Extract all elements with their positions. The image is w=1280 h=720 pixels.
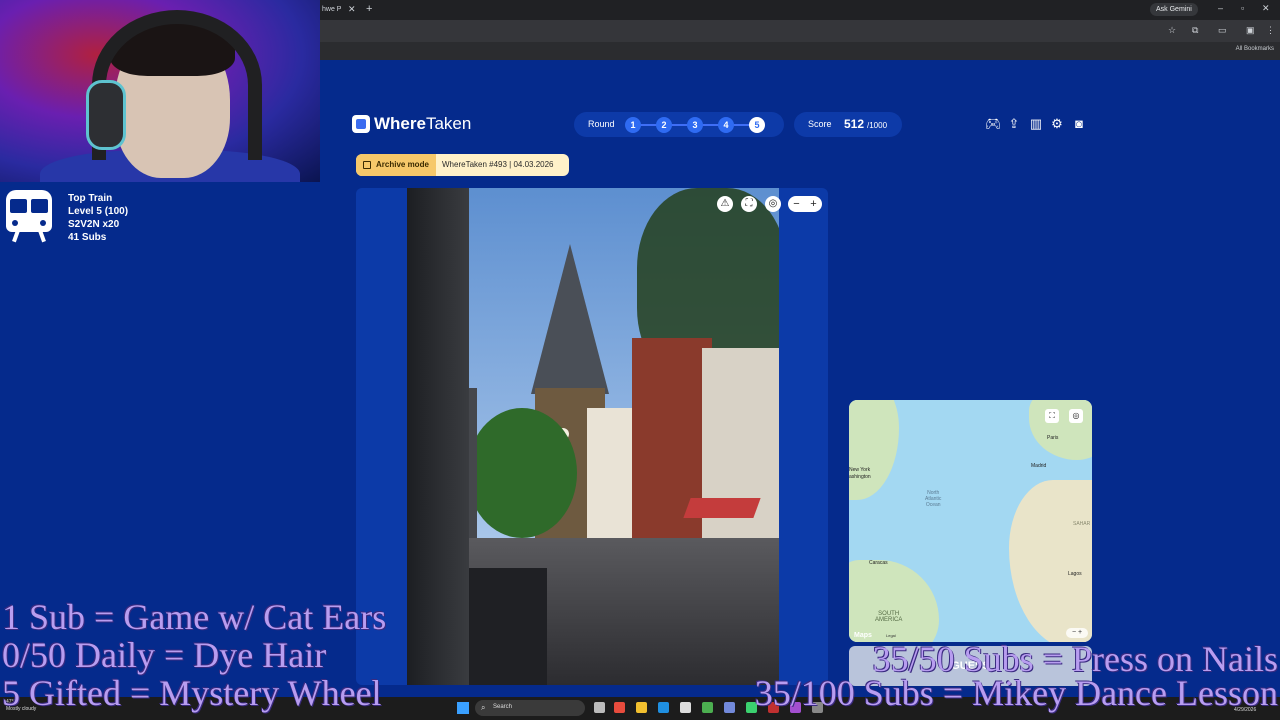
map-fullscreen-icon[interactable]: ⛶ <box>1045 409 1059 423</box>
share-icon[interactable]: ⇪ <box>1006 116 1022 132</box>
archive-info: WhereTaken #493 | 04.03.2026 <box>442 160 554 169</box>
folder-icon[interactable] <box>636 702 647 713</box>
webcam-feed <box>0 0 320 182</box>
settings-icon[interactable]: ⚙ <box>1049 116 1065 132</box>
sidepanel-icon[interactable]: ▭ <box>1218 25 1227 36</box>
goal-text-1: 1 Sub = Game w/ Cat Ears <box>2 597 387 637</box>
zoom-in-button[interactable]: + <box>805 196 822 212</box>
archive-mode-badge[interactable]: Archive mode <box>356 154 436 176</box>
profile-browser-icon[interactable]: ▣ <box>1246 25 1255 36</box>
headset-earcup <box>86 80 126 150</box>
app-icon[interactable] <box>724 702 735 713</box>
new-tab-icon[interactable]: + <box>366 3 372 15</box>
logo-icon <box>352 115 370 133</box>
round-label: Round <box>588 119 615 129</box>
map-land <box>849 400 899 500</box>
profile-icon[interactable]: ◙ <box>1071 116 1087 132</box>
round-dot-3: 3 <box>687 117 703 133</box>
all-bookmarks-link[interactable]: All Bookmarks <box>1236 46 1274 52</box>
map-label-madrid: Madrid <box>1031 463 1047 469</box>
maps-logo: Maps <box>854 632 872 639</box>
browser-tab-strip <box>320 0 1280 20</box>
round-indicator: Round 1 2 3 4 5 <box>574 112 784 137</box>
round-dot-4: 4 <box>718 117 734 133</box>
score-max: /1000 <box>867 121 888 130</box>
logo-text: WhereTaken <box>374 114 472 133</box>
map-label-washington: ashington <box>849 474 871 480</box>
round-dot-2: 2 <box>656 117 672 133</box>
score-indicator: Score 512 /1000 <box>794 112 902 137</box>
recenter-icon[interactable]: ◎ <box>765 196 781 212</box>
sub-count: 41 Subs <box>68 232 107 243</box>
round-dot-5: 5 <box>749 117 765 133</box>
archive-icon <box>363 161 371 169</box>
photo-zoom-control: − + <box>788 196 822 212</box>
search-icon: ⌕ <box>481 703 486 712</box>
map-label-lagos: Lagos <box>1068 571 1082 577</box>
map-label-new-york: New York <box>849 467 871 473</box>
tab-close-icon[interactable]: ✕ <box>348 4 356 15</box>
guess-map[interactable]: Paris Madrid New York ashington Caracas … <box>849 400 1092 642</box>
map-recenter-icon[interactable]: ◎ <box>1069 409 1083 423</box>
map-label-caracas: Caracas <box>869 560 888 566</box>
start-icon[interactable] <box>457 702 469 714</box>
score-value: 512 <box>844 117 865 131</box>
app-icon[interactable] <box>658 702 669 713</box>
map-land <box>849 560 939 642</box>
extensions-icon[interactable]: ⧉ <box>1192 25 1198 36</box>
screen: { "browser": { "tab_title": "hwe P", "as… <box>0 0 1280 720</box>
map-land <box>1029 400 1092 460</box>
archive-mode-banner: Archive mode WhereTaken #493 | 04.03.202… <box>356 154 569 176</box>
map-label-atlantic: North Atlantic Ocean <box>925 490 942 508</box>
train-icon <box>6 190 52 243</box>
app-icon[interactable] <box>680 702 691 713</box>
restore-icon[interactable]: ▫ <box>1241 3 1244 13</box>
chrome-icon[interactable] <box>702 702 713 713</box>
goal-text-2: 0/50 Daily = Dye Hair <box>2 635 327 675</box>
report-icon[interactable]: ⚠ <box>717 196 733 212</box>
app-icon[interactable] <box>614 702 625 713</box>
train-stats: Top Train Level 5 (100) S2V2N x20 41 Sub… <box>68 192 128 244</box>
map-land <box>1009 480 1092 642</box>
minimize-icon[interactable]: – <box>1218 3 1223 13</box>
round-dot-1: 1 <box>625 117 641 133</box>
train-code: S2V2N x20 <box>68 219 120 230</box>
star-icon[interactable]: ☆ <box>1168 25 1176 36</box>
taskview-icon[interactable] <box>594 702 605 713</box>
gamepad-icon[interactable]: 🎮︎ <box>985 116 1002 132</box>
map-label-south-america: SOUTH AMERICA <box>875 611 903 623</box>
wheretaken-logo[interactable]: WhereTaken <box>352 114 471 134</box>
score-label: Score <box>808 119 832 129</box>
train-title: Top Train <box>68 193 113 204</box>
goal-text-5: 35/100 Subs = Mikey Dance Lesson <box>754 673 1278 713</box>
fullscreen-icon[interactable]: ⛶ <box>741 196 757 212</box>
address-bar[interactable] <box>320 20 1280 42</box>
goal-text-3: 5 Gifted = Mystery Wheel <box>2 673 382 713</box>
map-label-sahara: SAHAR <box>1073 521 1091 527</box>
map-legal-link[interactable]: Legal <box>886 633 896 638</box>
street-photo[interactable] <box>407 188 779 685</box>
ask-gemini-button[interactable]: Ask Gemini <box>1150 3 1198 16</box>
stats-icon[interactable]: ▥ <box>1028 116 1044 132</box>
taskbar-search[interactable]: Search <box>475 700 585 716</box>
zoom-out-button[interactable]: − <box>788 196 805 212</box>
bookmarks-bar: All Bookmarks <box>320 42 1280 60</box>
window-close-icon[interactable]: ✕ <box>1262 3 1270 14</box>
map-label-paris: Paris <box>1047 435 1059 441</box>
menu-icon[interactable]: ⋮ <box>1266 25 1275 36</box>
train-level: Level 5 (100) <box>68 206 129 217</box>
map-zoom-control[interactable]: − + <box>1066 628 1088 638</box>
